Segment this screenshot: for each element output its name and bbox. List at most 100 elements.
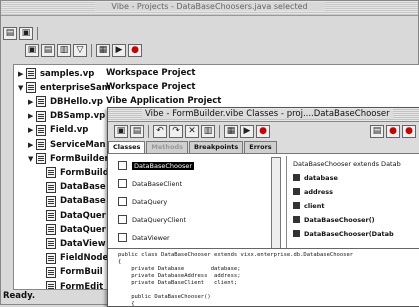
class-browser-tabs: Classes Methods Breakpoints Errors <box>108 141 278 153</box>
paste-button[interactable]: ▥ <box>57 43 71 57</box>
tree-row-description: Vibe Application Project <box>106 96 222 107</box>
tree-row-label: FieldNode <box>60 253 109 264</box>
redo-button[interactable]: ↷ <box>169 124 183 138</box>
copy-button[interactable]: ▤ <box>41 43 55 57</box>
list-item[interactable]: DataBaseChooser <box>118 160 195 171</box>
file-icon <box>46 266 56 278</box>
tree-row[interactable]: ▶ DBSamp.vp <box>28 110 105 123</box>
class-browser-toolbar-right: ▤ ● ● <box>370 123 416 139</box>
window-title: Vibe - Projects - DataBaseChoosers.java … <box>94 2 325 11</box>
tab-errors[interactable]: Errors <box>244 141 277 153</box>
tree-row[interactable]: DataView <box>38 237 106 250</box>
tree-row[interactable]: DataBase <box>38 181 106 194</box>
list-item[interactable]: DataBaseChooser(Datab <box>293 228 394 239</box>
tab-classes[interactable]: Classes <box>108 141 146 153</box>
tree-row[interactable]: DataQuer <box>38 223 106 236</box>
class-icon <box>118 161 127 170</box>
file-icon <box>46 167 56 179</box>
toolbar-main: ▣ ▤ ▥ ▽ ▦ ▶ ● <box>25 42 142 58</box>
disclosure-closed-icon[interactable]: ▶ <box>18 70 26 78</box>
list-item[interactable]: DataQueryClient <box>118 214 186 225</box>
tree-row[interactable]: FormBuild <box>38 166 109 179</box>
tree-row-label: FormEdit <box>60 281 104 290</box>
list-item[interactable]: client <box>293 200 324 211</box>
list-item[interactable]: DataQuery <box>118 196 167 207</box>
class-icon <box>118 233 127 242</box>
breakpoint-button[interactable]: ● <box>386 124 400 138</box>
list-item[interactable]: DataBaseChooser() <box>293 214 375 225</box>
list-item[interactable]: DataViewer <box>118 232 170 243</box>
class-browser-title-bar[interactable]: Vibe - FormBuilder.vibe Classes - proj..… <box>108 108 419 122</box>
class-browser-window: Vibe - FormBuilder.vibe Classes - proj..… <box>107 107 419 307</box>
code-line: private DataBaseClient client; <box>118 280 238 286</box>
run-button[interactable]: ▶ <box>112 43 126 57</box>
class-run-button[interactable]: ▶ <box>240 124 254 138</box>
tab-methods[interactable]: Methods <box>146 141 189 153</box>
tree-row[interactable]: ▼ enterpriseSam <box>18 81 111 94</box>
file-icon <box>36 96 46 108</box>
member-list[interactable]: DataBaseChooser extends Datab database a… <box>286 156 419 256</box>
tree-row-label: FormBuil <box>60 267 103 278</box>
open-project-button[interactable]: ▤ <box>3 26 17 40</box>
cut-button[interactable]: ✕ <box>185 124 199 138</box>
status-text: Ready. <box>3 291 36 301</box>
list-item[interactable]: DataBaseClient <box>118 178 182 189</box>
stop-button[interactable]: ● <box>128 43 142 57</box>
tree-row[interactable]: ▶ DBHello.vp <box>28 95 103 108</box>
disclosure-open-icon[interactable]: ▼ <box>18 84 26 92</box>
tree-row-label: FormBuild <box>60 167 109 178</box>
tree-row[interactable]: DataBase <box>38 195 106 208</box>
file-icon <box>46 195 56 207</box>
file-icon <box>36 124 46 136</box>
tree-row-label: DataBase <box>60 196 106 207</box>
tree-row[interactable]: FormBuil <box>38 266 103 279</box>
code-editor[interactable]: public class DataBaseChooser extends vix… <box>108 248 419 306</box>
disclosure-open-icon[interactable]: ▼ <box>28 155 36 163</box>
debug-stop-button[interactable]: ● <box>402 124 416 138</box>
code-line: private DatabaseAddress address; <box>118 273 241 279</box>
list-item[interactable]: address <box>293 186 333 197</box>
class-stop-button[interactable]: ● <box>256 124 270 138</box>
filter-button[interactable]: ▽ <box>73 43 87 57</box>
method-icon <box>293 216 300 223</box>
tree-row[interactable]: ▶ Field.vp <box>28 124 88 137</box>
tab-breakpoints[interactable]: Breakpoints <box>189 141 244 153</box>
file-icon <box>36 139 46 150</box>
tree-row[interactable]: ▶ ServiceMan <box>28 138 106 151</box>
save-button[interactable]: ▣ <box>19 26 33 40</box>
list-item[interactable]: database <box>293 172 338 183</box>
paste-class-button[interactable]: ▥ <box>201 124 215 138</box>
disclosure-closed-icon[interactable]: ▶ <box>28 141 36 149</box>
open-class-button[interactable]: ▤ <box>130 124 144 138</box>
file-icon <box>46 281 56 289</box>
code-line: public class DataBaseChooser extends vix… <box>118 252 354 258</box>
settings-button[interactable]: ▤ <box>370 124 384 138</box>
code-line: { <box>118 259 122 265</box>
tree-row[interactable]: ▶ samples.vp <box>18 67 94 80</box>
method-icon <box>293 230 300 237</box>
tree-row-label: DataView <box>60 238 106 249</box>
class-list-scrollbar[interactable] <box>271 157 281 254</box>
disclosure-closed-icon[interactable]: ▶ <box>28 98 36 106</box>
tree-row[interactable]: ▼ FormBuilder <box>28 152 109 165</box>
field-icon <box>293 188 300 195</box>
class-build-button[interactable]: ▦ <box>224 124 238 138</box>
class-list[interactable]: DataBaseChooser DataBaseClient DataQuery… <box>118 160 268 250</box>
build-button[interactable]: ▦ <box>96 43 110 57</box>
class-icon <box>118 179 127 188</box>
tree-row-description: Workspace Project <box>106 82 196 93</box>
disclosure-closed-icon[interactable]: ▶ <box>28 126 36 134</box>
field-icon <box>293 202 300 209</box>
new-class-button[interactable]: ▣ <box>114 124 128 138</box>
tree-row[interactable]: DataQuer <box>38 209 106 222</box>
new-file-button[interactable]: ▣ <box>25 43 39 57</box>
tree-row[interactable]: FormEdit <box>38 280 104 290</box>
disclosure-closed-icon[interactable]: ▶ <box>28 112 36 120</box>
classes-panel: DataBaseChooser DataBaseClient DataQuery… <box>108 153 419 261</box>
code-line: private Database database; <box>118 266 241 272</box>
file-icon <box>46 238 56 250</box>
title-bar[interactable]: Vibe - Projects - DataBaseChoosers.java … <box>1 1 418 16</box>
undo-button[interactable]: ↶ <box>153 124 167 138</box>
tree-row[interactable]: FieldNode <box>38 252 108 265</box>
file-icon <box>46 252 56 264</box>
